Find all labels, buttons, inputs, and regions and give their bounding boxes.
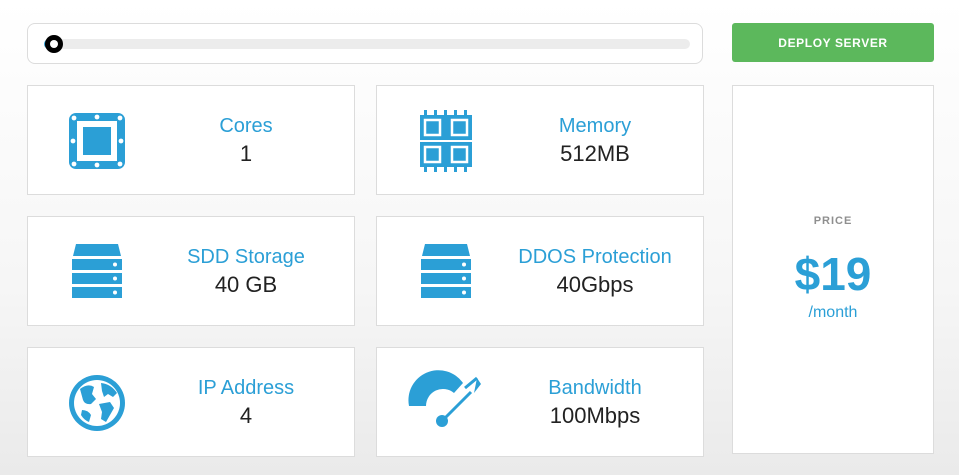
server-icon (413, 239, 479, 305)
price-label: PRICE (813, 215, 853, 227)
memory-icon (413, 108, 479, 174)
spec-value-storage: 40 GB (214, 272, 278, 297)
cpu-icon (64, 108, 130, 174)
spec-card-storage: SDD Storage 40 GB (27, 216, 355, 326)
spec-label-storage: SDD Storage (187, 246, 305, 268)
spec-label-ddos: DDOS Protection (518, 246, 672, 268)
spec-card-bandwidth: Bandwidth 100Mbps (376, 347, 704, 457)
spec-value-cores: 1 (239, 141, 253, 166)
spec-card-cores: Cores 1 (27, 85, 355, 195)
speedometer-icon (405, 370, 485, 436)
price-amount: $19 (794, 248, 872, 300)
globe-icon (64, 370, 130, 436)
spec-label-cores: Cores (219, 115, 273, 137)
spec-label-ip: IP Address (197, 377, 295, 399)
spec-card-ddos: DDOS Protection 40Gbps (376, 216, 704, 326)
spec-label-bandwidth: Bandwidth (548, 377, 642, 399)
spec-value-ip: 4 (239, 403, 253, 428)
spec-card-memory: Memory 512MB (376, 85, 704, 195)
price-period: /month (808, 304, 858, 321)
plan-slider-handle[interactable] (44, 35, 63, 53)
plan-slider-track[interactable] (44, 35, 690, 53)
spec-card-ip: IP Address 4 (27, 347, 355, 457)
spec-label-memory: Memory (558, 115, 632, 137)
server-icon (64, 239, 130, 305)
spec-value-ddos: 40Gbps (556, 272, 634, 297)
spec-value-memory: 512MB (560, 141, 630, 166)
price-card: PRICE $19 /month (732, 85, 934, 454)
plan-slider-panel (27, 23, 703, 64)
spec-value-bandwidth: 100Mbps (549, 403, 641, 428)
deploy-server-button[interactable]: DEPLOY SERVER (732, 23, 934, 62)
